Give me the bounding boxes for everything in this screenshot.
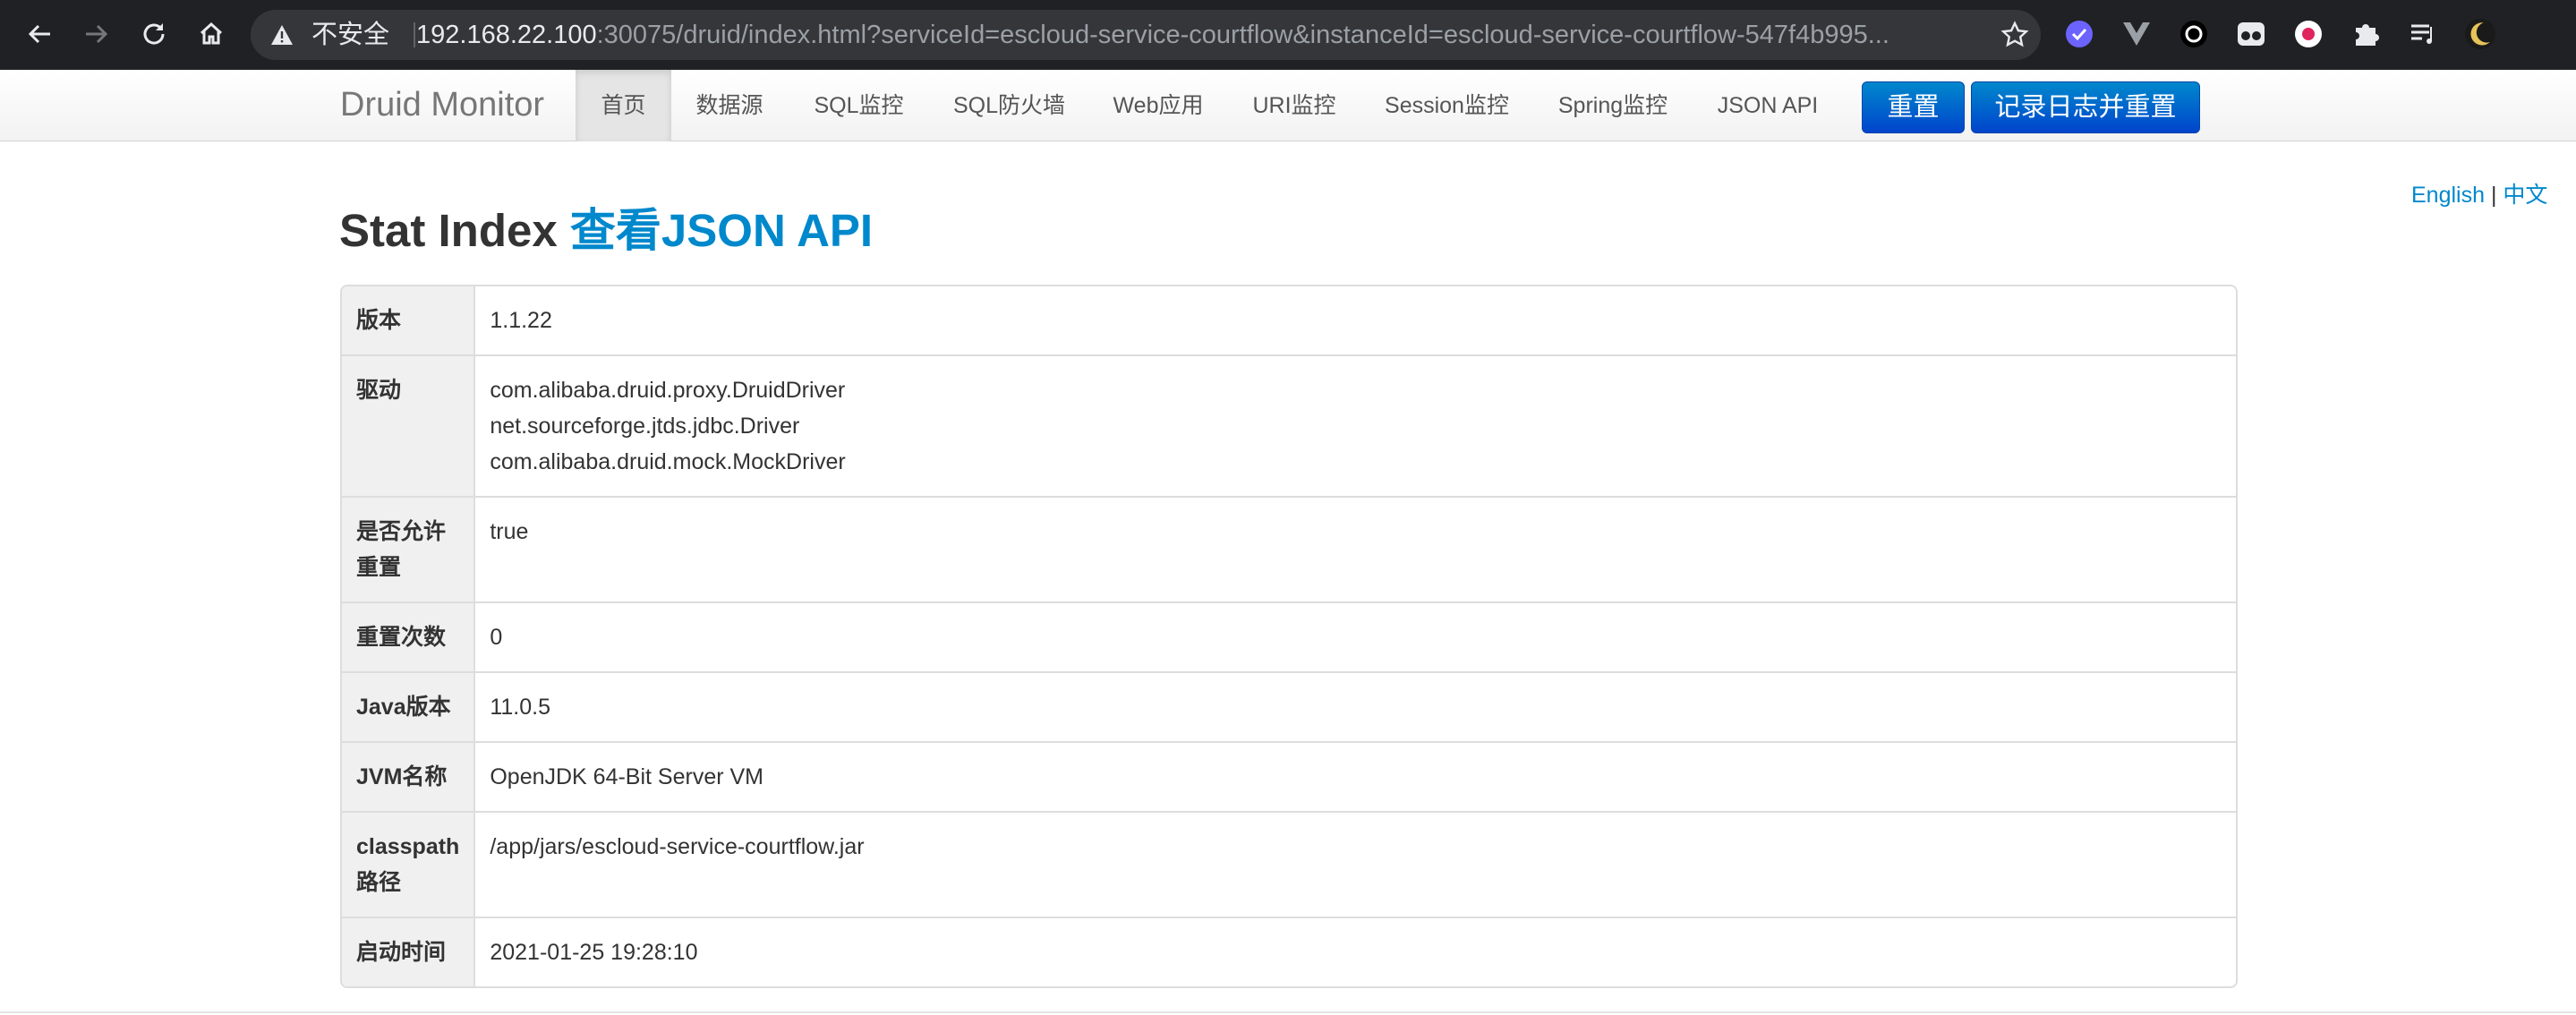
nav-item-sql-firewall[interactable]: SQL防火墙 (944, 70, 1074, 141)
stat-value: /app/jars/escloud-service-courtflow.jar (490, 834, 865, 859)
table-row: 版本 1.1.22 (342, 286, 2236, 354)
red-dot-extension-icon[interactable] (2292, 18, 2324, 50)
back-arrow-icon[interactable] (20, 14, 59, 54)
lang-chinese-link[interactable]: 中文 (2503, 183, 2547, 208)
view-json-api-link[interactable]: 查看JSON API (570, 205, 873, 256)
stat-key: 是否允许重置 (342, 496, 476, 601)
stat-key: Java版本 (342, 671, 476, 741)
stat-value-cell: com.alibaba.druid.proxy.DruidDriver net.s… (475, 354, 2236, 496)
warning-icon[interactable] (270, 24, 294, 50)
stat-value: com.alibaba.druid.proxy.DruidDriver (490, 378, 846, 403)
nav-item-spring-monitor[interactable]: Spring监控 (1546, 70, 1680, 141)
url-path: :30075/druid/index.html?serviceId=esclou… (596, 21, 1889, 49)
forward-arrow-icon[interactable] (77, 14, 116, 54)
stat-value-cell: 11.0.5 (475, 671, 2236, 741)
puzzle-extensions-icon[interactable] (2350, 18, 2382, 50)
nav-item-uri-monitor[interactable]: URI监控 (1241, 70, 1347, 141)
browser-toolbar: 不安全 192.168.22.100:30075/druid/index.htm… (0, 0, 2576, 70)
address-bar[interactable]: 不安全 192.168.22.100:30075/druid/index.htm… (251, 10, 2041, 60)
glasses-extension-icon[interactable] (2235, 18, 2267, 50)
stat-value-cell: 2021-01-25 19:28:10 (475, 917, 2236, 986)
omnibox-divider (414, 22, 415, 47)
table-row: classpath路径/app/jars/escloud-service-cou… (342, 811, 2236, 917)
lang-english-link[interactable]: English (2411, 183, 2485, 208)
record-extension-icon[interactable] (2178, 18, 2210, 50)
table-row: 驱动 com.alibaba.druid.proxy.DruidDriver net… (342, 354, 2236, 496)
reading-list-icon[interactable] (2407, 18, 2439, 50)
vue-devtools-icon[interactable] (2120, 18, 2153, 50)
stat-value: 2021-01-25 19:28:10 (490, 940, 698, 965)
stat-value-cell: /app/jars/escloud-service-courtflow.jar (475, 811, 2236, 917)
page-title: Stat Index 查看JSON API (339, 204, 873, 258)
insecure-label[interactable]: 不安全 (311, 21, 389, 49)
reset-button[interactable]: 重置 (1862, 81, 1965, 133)
druid-navbar: Druid Monitor 首页 数据源 SQL监控 SQL防火墙 Web应用 … (0, 70, 2576, 141)
nav-item-sql-monitor[interactable]: SQL监控 (803, 70, 915, 141)
footer-divider (0, 1011, 2576, 1013)
language-switcher: English | 中文 (2411, 182, 2547, 209)
home-icon[interactable] (192, 14, 231, 54)
stat-value: net.sourceforge.jtds.jdbc.Driver (490, 414, 800, 439)
stat-value-cell: 0 (475, 601, 2236, 671)
table-row: 重置次数 0 (342, 601, 2236, 671)
profile-avatar-icon[interactable] (2464, 18, 2496, 50)
bookmark-star-icon[interactable] (2000, 21, 2029, 54)
lang-separator: | (2490, 183, 2497, 208)
stat-key: 启动时间 (342, 917, 476, 986)
stat-value: com.alibaba.druid.mock.MockDriver (490, 449, 846, 474)
stat-value-cell: OpenJDK 64-Bit Server VM (475, 741, 2236, 811)
nav-item-session-monitor[interactable]: Session监控 (1377, 70, 1517, 141)
stat-value-cell: 1.1.22 (475, 286, 2236, 354)
stat-table-body: 版本 1.1.22 驱动 com.alibaba.druid.proxy.DruidD… (342, 286, 2236, 986)
table-row: JVM名称 OpenJDK 64-Bit Server VM (342, 741, 2236, 811)
brand-title[interactable]: Druid Monitor (340, 84, 544, 125)
stat-key: 驱动 (342, 354, 476, 496)
url-text[interactable]: 192.168.22.100:30075/druid/index.html?se… (416, 21, 1992, 49)
url-host: 192.168.22.100 (416, 21, 597, 49)
stat-key: JVM名称 (342, 741, 476, 811)
log-and-reset-button[interactable]: 记录日志并重置 (1971, 81, 2200, 133)
table-row: 启动时间 2021-01-25 19:28:10 (342, 917, 2236, 986)
stat-value-cell: true (475, 496, 2236, 601)
check-extension-icon[interactable] (2063, 18, 2095, 50)
nav-item-web-app[interactable]: Web应用 (1101, 70, 1215, 141)
reload-icon[interactable] (134, 14, 174, 54)
nav-item-home[interactable]: 首页 (576, 70, 671, 141)
stat-value: 0 (490, 625, 503, 650)
nav-item-json-api[interactable]: JSON API (1710, 70, 1826, 141)
stat-key: classpath路径 (342, 811, 476, 917)
stat-value: 11.0.5 (490, 695, 550, 720)
stat-value: true (490, 519, 529, 544)
stat-key: 重置次数 (342, 601, 476, 671)
table-row: Java版本 11.0.5 (342, 671, 2236, 741)
nav-item-datasource[interactable]: 数据源 (685, 70, 774, 141)
page-title-text: Stat Index (339, 205, 558, 256)
stat-key: 版本 (342, 286, 476, 354)
stat-value: 1.1.22 (490, 308, 552, 333)
stat-index-table: 版本 1.1.22 驱动 com.alibaba.druid.proxy.DruidD… (340, 285, 2238, 988)
stat-value: OpenJDK 64-Bit Server VM (490, 764, 764, 789)
table-row: 是否允许重置 true (342, 496, 2236, 601)
